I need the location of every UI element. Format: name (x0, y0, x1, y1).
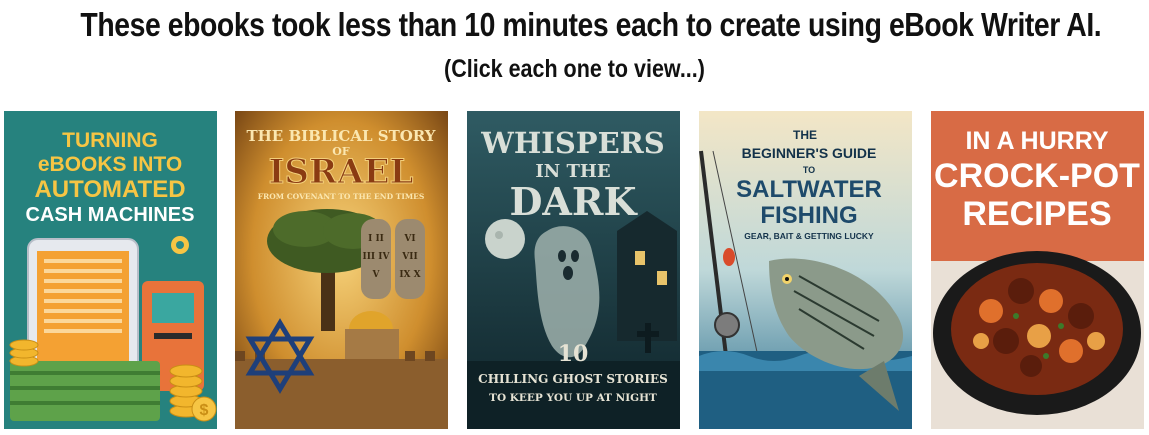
book3-title-line1: WHISPERS (480, 126, 664, 160)
book2-title-line1: THE BIBLICAL STORY (246, 127, 435, 145)
svg-text:I II: I II (368, 234, 384, 244)
book3-story-count: 10 (558, 341, 589, 367)
whispers-in-the-dark-artwork: WHISPERS IN THE DARK 10 CHILLING GHOST S… (467, 111, 680, 429)
svg-text:$: $ (200, 402, 209, 419)
fishing-lure-icon (723, 248, 735, 266)
svg-text:III IV: III IV (363, 252, 391, 262)
book3-subtitle-line2: TO KEEP YOU UP AT NIGHT (489, 392, 657, 404)
svg-text:VII: VII (401, 252, 417, 262)
book4-title-line2: BEGINNER'S GUIDE (742, 145, 877, 161)
svg-text:VI: VI (403, 234, 415, 244)
book-cover-ebooks-cash-machines[interactable]: TURNING eBOOKS INTO AUTOMATED CASH MACHI… (4, 111, 217, 429)
biblical-story-israel-artwork: THE BIBLICAL STORY OF ISRAEL FROM COVENA… (235, 111, 448, 429)
book1-title-line4: CASH MACHINES (26, 204, 195, 226)
crock-pot-recipes-artwork: IN A HURRY CROCK-POT RECIPES (931, 111, 1144, 429)
money-stack-icon (10, 361, 160, 421)
fishing-reel-icon (714, 312, 740, 338)
svg-text:V: V (372, 270, 381, 280)
book3-title-line3: DARK (509, 179, 638, 224)
haunted-house-icon (617, 211, 677, 341)
book1-title-line3: AUTOMATED (34, 176, 185, 203)
book5-title-line1: IN A HURRY (965, 127, 1108, 155)
book5-title-line3: RECIPES (962, 195, 1111, 233)
page-headline: These ebooks took less than 10 minutes e… (80, 6, 1102, 43)
book-cover-saltwater-fishing[interactable]: THE BEGINNER'S GUIDE TO SALTWATER FISHIN… (699, 111, 912, 429)
book2-subtitle: FROM COVENANT TO THE END TIMES (258, 192, 425, 201)
book4-subtitle: GEAR, BAIT & GETTING LUCKY (744, 231, 874, 241)
svg-text:IX X: IX X (399, 270, 420, 280)
saltwater-fishing-artwork: THE BEGINNER'S GUIDE TO SALTWATER FISHIN… (699, 111, 912, 429)
book1-title-line1: TURNING (62, 129, 158, 152)
book1-title-line2: eBOOKS INTO (38, 153, 182, 176)
gravestone-cross-icon (645, 323, 651, 353)
book5-title-line2: CROCK-POT (934, 157, 1140, 195)
click-instruction: (Click each one to view...) (444, 55, 705, 83)
book2-title-line3: ISRAEL (269, 152, 414, 192)
book4-title-line3: TO (803, 165, 815, 175)
book4-title-line1: THE (793, 128, 817, 142)
moon-icon (485, 219, 525, 259)
book3-subtitle-line1: CHILLING GHOST STORIES (478, 372, 668, 386)
book-cover-biblical-story-israel[interactable]: THE BIBLICAL STORY OF ISRAEL FROM COVENA… (235, 111, 448, 429)
book4-title-line5: FISHING (760, 202, 857, 229)
ebooks-cash-machines-artwork: TURNING eBOOKS INTO AUTOMATED CASH MACHI… (4, 111, 217, 429)
book-cover-crock-pot-recipes[interactable]: IN A HURRY CROCK-POT RECIPES (931, 111, 1144, 429)
book4-title-line4: SALTWATER (736, 176, 882, 203)
book-cover-whispers-in-the-dark[interactable]: WHISPERS IN THE DARK 10 CHILLING GHOST S… (467, 111, 680, 429)
